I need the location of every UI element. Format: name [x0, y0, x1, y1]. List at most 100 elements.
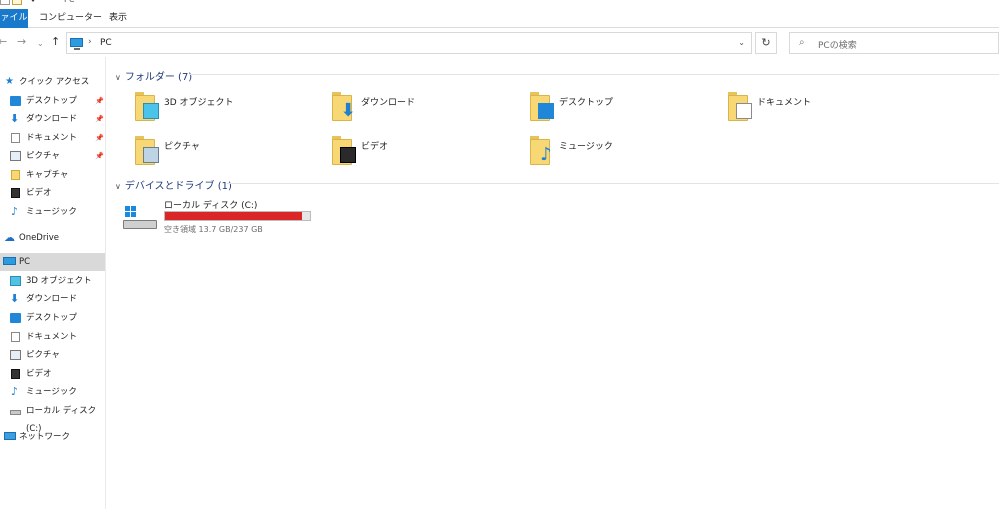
sidebar-item-documents[interactable]: ドキュメント 📌: [0, 129, 105, 147]
sidebar-item-label: クイック アクセス: [19, 77, 90, 87]
sidebar-item-music-pc[interactable]: ♪ ミュージック: [0, 383, 105, 401]
sidebar-item-downloads[interactable]: ⬇ ダウンロード 📌: [0, 110, 105, 128]
sidebar-item-label: ダウンロード: [26, 294, 78, 304]
sidebar-item-desktop[interactable]: デスクトップ 📌: [0, 92, 105, 110]
quick-access-new-folder-icon[interactable]: [12, 0, 22, 5]
folders-group-header[interactable]: ∨ フォルダー (7): [115, 68, 192, 83]
sidebar-item-3d-objects[interactable]: 3D オブジェクト: [0, 272, 105, 290]
folder-label: ミュージック: [559, 142, 613, 152]
drive-icon: [10, 410, 21, 415]
drive-free-space: 空き領域 13.7 GB/237 GB: [164, 225, 263, 234]
search-placeholder: PCの検索: [818, 41, 857, 51]
sidebar-item-label: デスクトップ: [26, 96, 78, 106]
chevron-down-icon[interactable]: ⌄: [738, 38, 745, 47]
navigation-bar: ← → ⌄ ↑ › PC ⌄ ↻ ⌕ PCの検索: [0, 29, 999, 57]
chevron-down-icon[interactable]: ∨: [115, 182, 121, 191]
quick-access-dropdown-icon[interactable]: [30, 0, 36, 2]
folder-icon: [129, 135, 159, 165]
download-icon: ⬇: [10, 112, 20, 125]
pictures-icon: [10, 151, 21, 161]
sidebar-item-capture[interactable]: キャプチャ: [0, 166, 105, 184]
folder-3d-objects[interactable]: 3D オブジェクト: [129, 91, 309, 129]
sidebar-item-pictures[interactable]: ピクチャ 📌: [0, 147, 105, 165]
folder-label: 3D オブジェクト: [164, 98, 234, 108]
back-arrow-icon[interactable]: ←: [0, 36, 7, 48]
download-icon: ⬇: [340, 100, 356, 121]
drive-name: ローカル ディスク (C:): [164, 201, 258, 211]
music-icon: ♪: [540, 144, 552, 165]
sidebar-item-label: キャプチャ: [26, 170, 69, 180]
divider: [227, 183, 999, 184]
sidebar-item-music[interactable]: ♪ ミュージック: [0, 203, 105, 221]
sidebar-item-videos[interactable]: ビデオ: [0, 184, 105, 202]
tab-file[interactable]: ァイル: [0, 9, 28, 28]
download-icon: ⬇: [10, 292, 20, 305]
sidebar-item-pc[interactable]: PC: [0, 253, 105, 271]
folder-downloads[interactable]: ⬇ ダウンロード: [326, 91, 506, 129]
recent-locations-icon[interactable]: ⌄: [37, 38, 44, 50]
up-arrow-icon[interactable]: ↑: [51, 36, 60, 48]
sidebar-item-local-disk[interactable]: ローカル ディスク (C:): [0, 402, 105, 434]
sidebar-item-pictures-pc[interactable]: ピクチャ: [0, 346, 105, 364]
drives-group-header[interactable]: ∨ デバイスとドライブ (1): [115, 177, 232, 192]
sidebar-item-network[interactable]: ネットワーク: [0, 428, 105, 446]
sidebar-item-downloads-pc[interactable]: ⬇ ダウンロード: [0, 290, 105, 308]
document-icon: [11, 332, 20, 342]
sidebar-item-videos-pc[interactable]: ビデオ: [0, 365, 105, 383]
title-bar: PC: [0, 0, 999, 7]
folder-music[interactable]: ♪ ミュージック: [524, 135, 704, 173]
group-title: フォルダー (7): [124, 72, 193, 83]
video-icon: [340, 147, 356, 163]
sidebar-item-label: ミュージック: [26, 207, 77, 217]
divider: [189, 74, 999, 75]
drive-local-disk-c[interactable]: ローカル ディスク (C:) 空き領域 13.7 GB/237 GB: [123, 198, 323, 238]
content-area: ∨ フォルダー (7) 3D オブジェクト ⬇ ダウンロード デスクトップ ドキュ…: [107, 57, 999, 509]
chevron-right-icon[interactable]: ›: [88, 37, 92, 47]
cloud-icon: ☁: [4, 231, 15, 244]
sidebar-item-label: ミュージック: [26, 387, 77, 397]
search-icon: ⌕: [799, 37, 805, 48]
tab-view[interactable]: 表示: [109, 9, 127, 28]
folder-icon: [11, 170, 20, 180]
sidebar-item-label: PC: [19, 257, 31, 267]
refresh-button[interactable]: ↻: [755, 32, 777, 54]
sidebar-item-label: ピクチャ: [26, 151, 60, 161]
folder-desktop[interactable]: デスクトップ: [524, 91, 704, 129]
pc-icon: [70, 38, 83, 50]
sidebar-item-label: ビデオ: [26, 369, 52, 379]
quick-access-properties-icon[interactable]: [0, 0, 10, 5]
folder-icon: [722, 91, 752, 121]
sidebar-item-desktop-pc[interactable]: デスクトップ: [0, 309, 105, 327]
windows-logo-icon: [125, 206, 137, 218]
drive-usage-fill: [165, 212, 302, 220]
folder-videos[interactable]: ビデオ: [326, 135, 506, 173]
desktop-icon: [10, 313, 21, 323]
sidebar-item-label: ドキュメント: [26, 332, 78, 342]
sidebar-item-quick-access[interactable]: ★ クイック アクセス: [0, 73, 105, 91]
folder-icon: [326, 135, 356, 165]
address-bar[interactable]: › PC ⌄: [66, 32, 752, 54]
forward-arrow-icon[interactable]: →: [17, 36, 26, 48]
sidebar-item-documents-pc[interactable]: ドキュメント: [0, 328, 105, 346]
document-icon: [11, 133, 20, 143]
drive-icon: [123, 206, 157, 232]
folder-icon: ♪: [524, 135, 552, 165]
folder-pictures[interactable]: ピクチャ: [129, 135, 309, 173]
video-icon: [11, 188, 20, 198]
pin-icon: 📌: [95, 115, 104, 123]
address-path[interactable]: PC: [100, 38, 112, 48]
search-input[interactable]: ⌕ PCの検索: [789, 32, 999, 54]
document-icon: [736, 103, 752, 119]
sidebar-item-label: OneDrive: [19, 233, 59, 243]
drive-usage-bar: [164, 211, 311, 221]
network-icon: [4, 432, 16, 440]
chevron-down-icon[interactable]: ∨: [115, 73, 121, 82]
sidebar-item-onedrive[interactable]: ☁ OneDrive: [0, 229, 105, 247]
desktop-icon: [10, 96, 21, 106]
folder-icon: [524, 91, 554, 121]
sidebar-item-label: ドキュメント: [26, 133, 78, 143]
sidebar-item-label: ダウンロード: [26, 114, 78, 124]
tab-computer[interactable]: コンピューター: [39, 9, 102, 28]
pictures-icon: [143, 147, 159, 163]
folder-documents[interactable]: ドキュメント: [722, 91, 902, 129]
